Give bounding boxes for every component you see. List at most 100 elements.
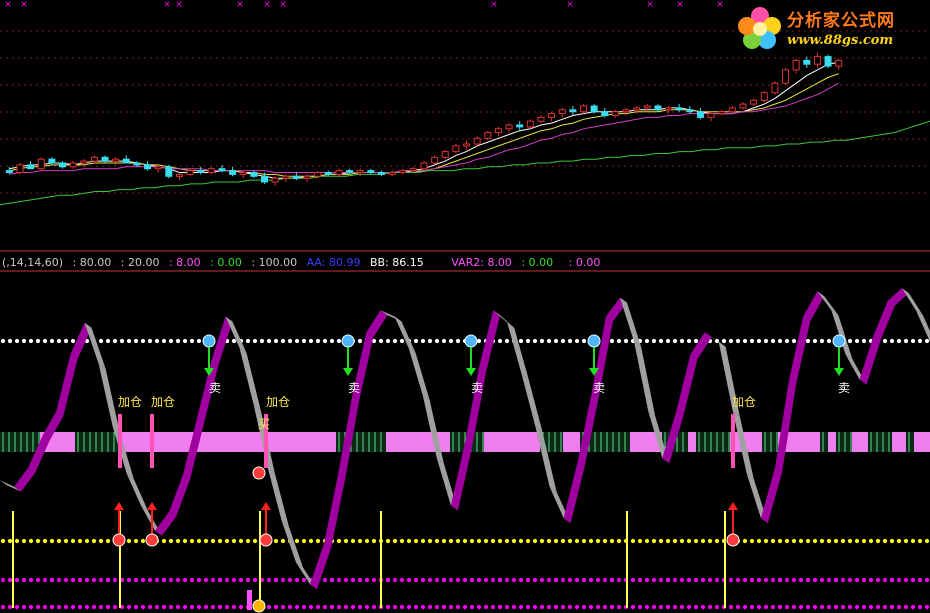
level-dot-upper <box>665 338 671 344</box>
level-dot-bottom <box>910 604 916 610</box>
level-dot-bottom <box>917 577 923 583</box>
level-dot-lower <box>763 538 769 544</box>
candle-body <box>643 105 651 109</box>
level-dot-bottom <box>399 577 405 583</box>
level-dot-lower <box>35 538 41 544</box>
level-dot-lower <box>49 538 55 544</box>
level-dot-upper <box>819 338 825 344</box>
top-marker: × <box>263 0 271 10</box>
level-dot-lower <box>868 538 874 544</box>
level-dot-lower <box>42 538 48 544</box>
level-dot-bottom <box>112 577 118 583</box>
level-dot-upper <box>378 338 384 344</box>
level-dot-lower <box>252 538 258 544</box>
level-dot-upper <box>56 338 62 344</box>
level-dot-bottom <box>658 604 664 610</box>
candle-body <box>16 164 24 173</box>
level-dot-lower <box>511 538 517 544</box>
level-dot-lower <box>882 538 888 544</box>
candle-body <box>505 124 513 130</box>
level-dot-bottom <box>910 577 916 583</box>
candle-body <box>739 103 747 109</box>
level-dot-upper <box>854 338 860 344</box>
candle-body <box>622 109 630 113</box>
level-dot-bottom <box>840 604 846 610</box>
level-dot-bottom <box>644 604 650 610</box>
candle-body <box>356 170 364 174</box>
candle-body <box>197 170 205 174</box>
sell-ball-icon <box>202 334 216 348</box>
bottom-bar <box>247 590 252 610</box>
level-dot-upper <box>63 338 69 344</box>
level-dot-upper <box>245 338 251 344</box>
level-dot-bottom <box>770 577 776 583</box>
level-dot-bottom <box>196 577 202 583</box>
level-dot-lower <box>462 538 468 544</box>
oscillator-segment <box>56 354 78 416</box>
level-dot-lower <box>546 538 552 544</box>
level-dot-lower <box>420 538 426 544</box>
level-dot-bottom <box>644 577 650 583</box>
level-dot-bottom <box>77 604 83 610</box>
level-dot-bottom <box>175 604 181 610</box>
level-dot-lower <box>819 538 825 544</box>
level-dot-bottom <box>819 577 825 583</box>
level-dot-bottom <box>350 604 356 610</box>
level-dot-upper <box>252 338 258 344</box>
level-dot-upper <box>896 338 902 344</box>
level-dot-bottom <box>7 604 13 610</box>
level-dot-lower <box>308 538 314 544</box>
level-dot-lower <box>539 538 545 544</box>
level-dot-bottom <box>854 577 860 583</box>
level-dot-bottom <box>532 604 538 610</box>
level-dot-bottom <box>700 604 706 610</box>
level-dot-bottom <box>693 577 699 583</box>
level-dot-lower <box>294 538 300 544</box>
level-dot-lower <box>476 538 482 544</box>
level-dot-bottom <box>875 577 881 583</box>
level-dot-bottom <box>777 577 783 583</box>
oscillator-segment <box>225 316 247 353</box>
candle-body <box>420 162 428 170</box>
level-dot-bottom <box>679 577 685 583</box>
level-dot-bottom <box>798 604 804 610</box>
level-dot-bottom <box>567 604 573 610</box>
level-dot-upper <box>329 338 335 344</box>
level-dot-lower <box>609 538 615 544</box>
level-dot-bottom <box>602 577 608 583</box>
brand-logo: 分析家公式网 www.88gs.com <box>735 4 927 54</box>
level-dot-bottom <box>896 604 902 610</box>
level-dot-bottom <box>651 577 657 583</box>
level-dot-bottom <box>196 604 202 610</box>
level-dot-upper <box>182 338 188 344</box>
level-dot-upper <box>42 338 48 344</box>
level-dot-bottom <box>154 577 160 583</box>
band-green-segment <box>906 432 914 452</box>
oscillator-segment <box>873 300 895 341</box>
level-dot-bottom <box>924 577 930 583</box>
level-dot-lower <box>28 538 34 544</box>
level-dot-upper <box>280 338 286 344</box>
candle-body <box>324 172 332 175</box>
candle-body <box>292 175 300 179</box>
level-dot-bottom <box>154 604 160 610</box>
top-marker: × <box>20 0 28 10</box>
flower-logo-icon <box>738 7 781 49</box>
oscillator-segment <box>563 461 585 524</box>
level-dot-bottom <box>434 577 440 583</box>
level-dot-bottom <box>616 604 622 610</box>
candle-body <box>239 172 247 175</box>
level-dot-upper <box>693 338 699 344</box>
top-marker: × <box>716 0 724 10</box>
level-dot-bottom <box>833 577 839 583</box>
level-dot-bottom <box>147 604 153 610</box>
oscillator-segment <box>422 395 444 464</box>
level-dot-bottom <box>91 577 97 583</box>
top-marker: × <box>175 0 183 10</box>
level-dot-lower <box>651 538 657 544</box>
level-dot-bottom <box>420 577 426 583</box>
top-marker: × <box>490 0 498 10</box>
level-dot-bottom <box>791 577 797 583</box>
indicator-upper-level: : 80.00 <box>72 256 112 269</box>
level-dot-bottom <box>735 577 741 583</box>
